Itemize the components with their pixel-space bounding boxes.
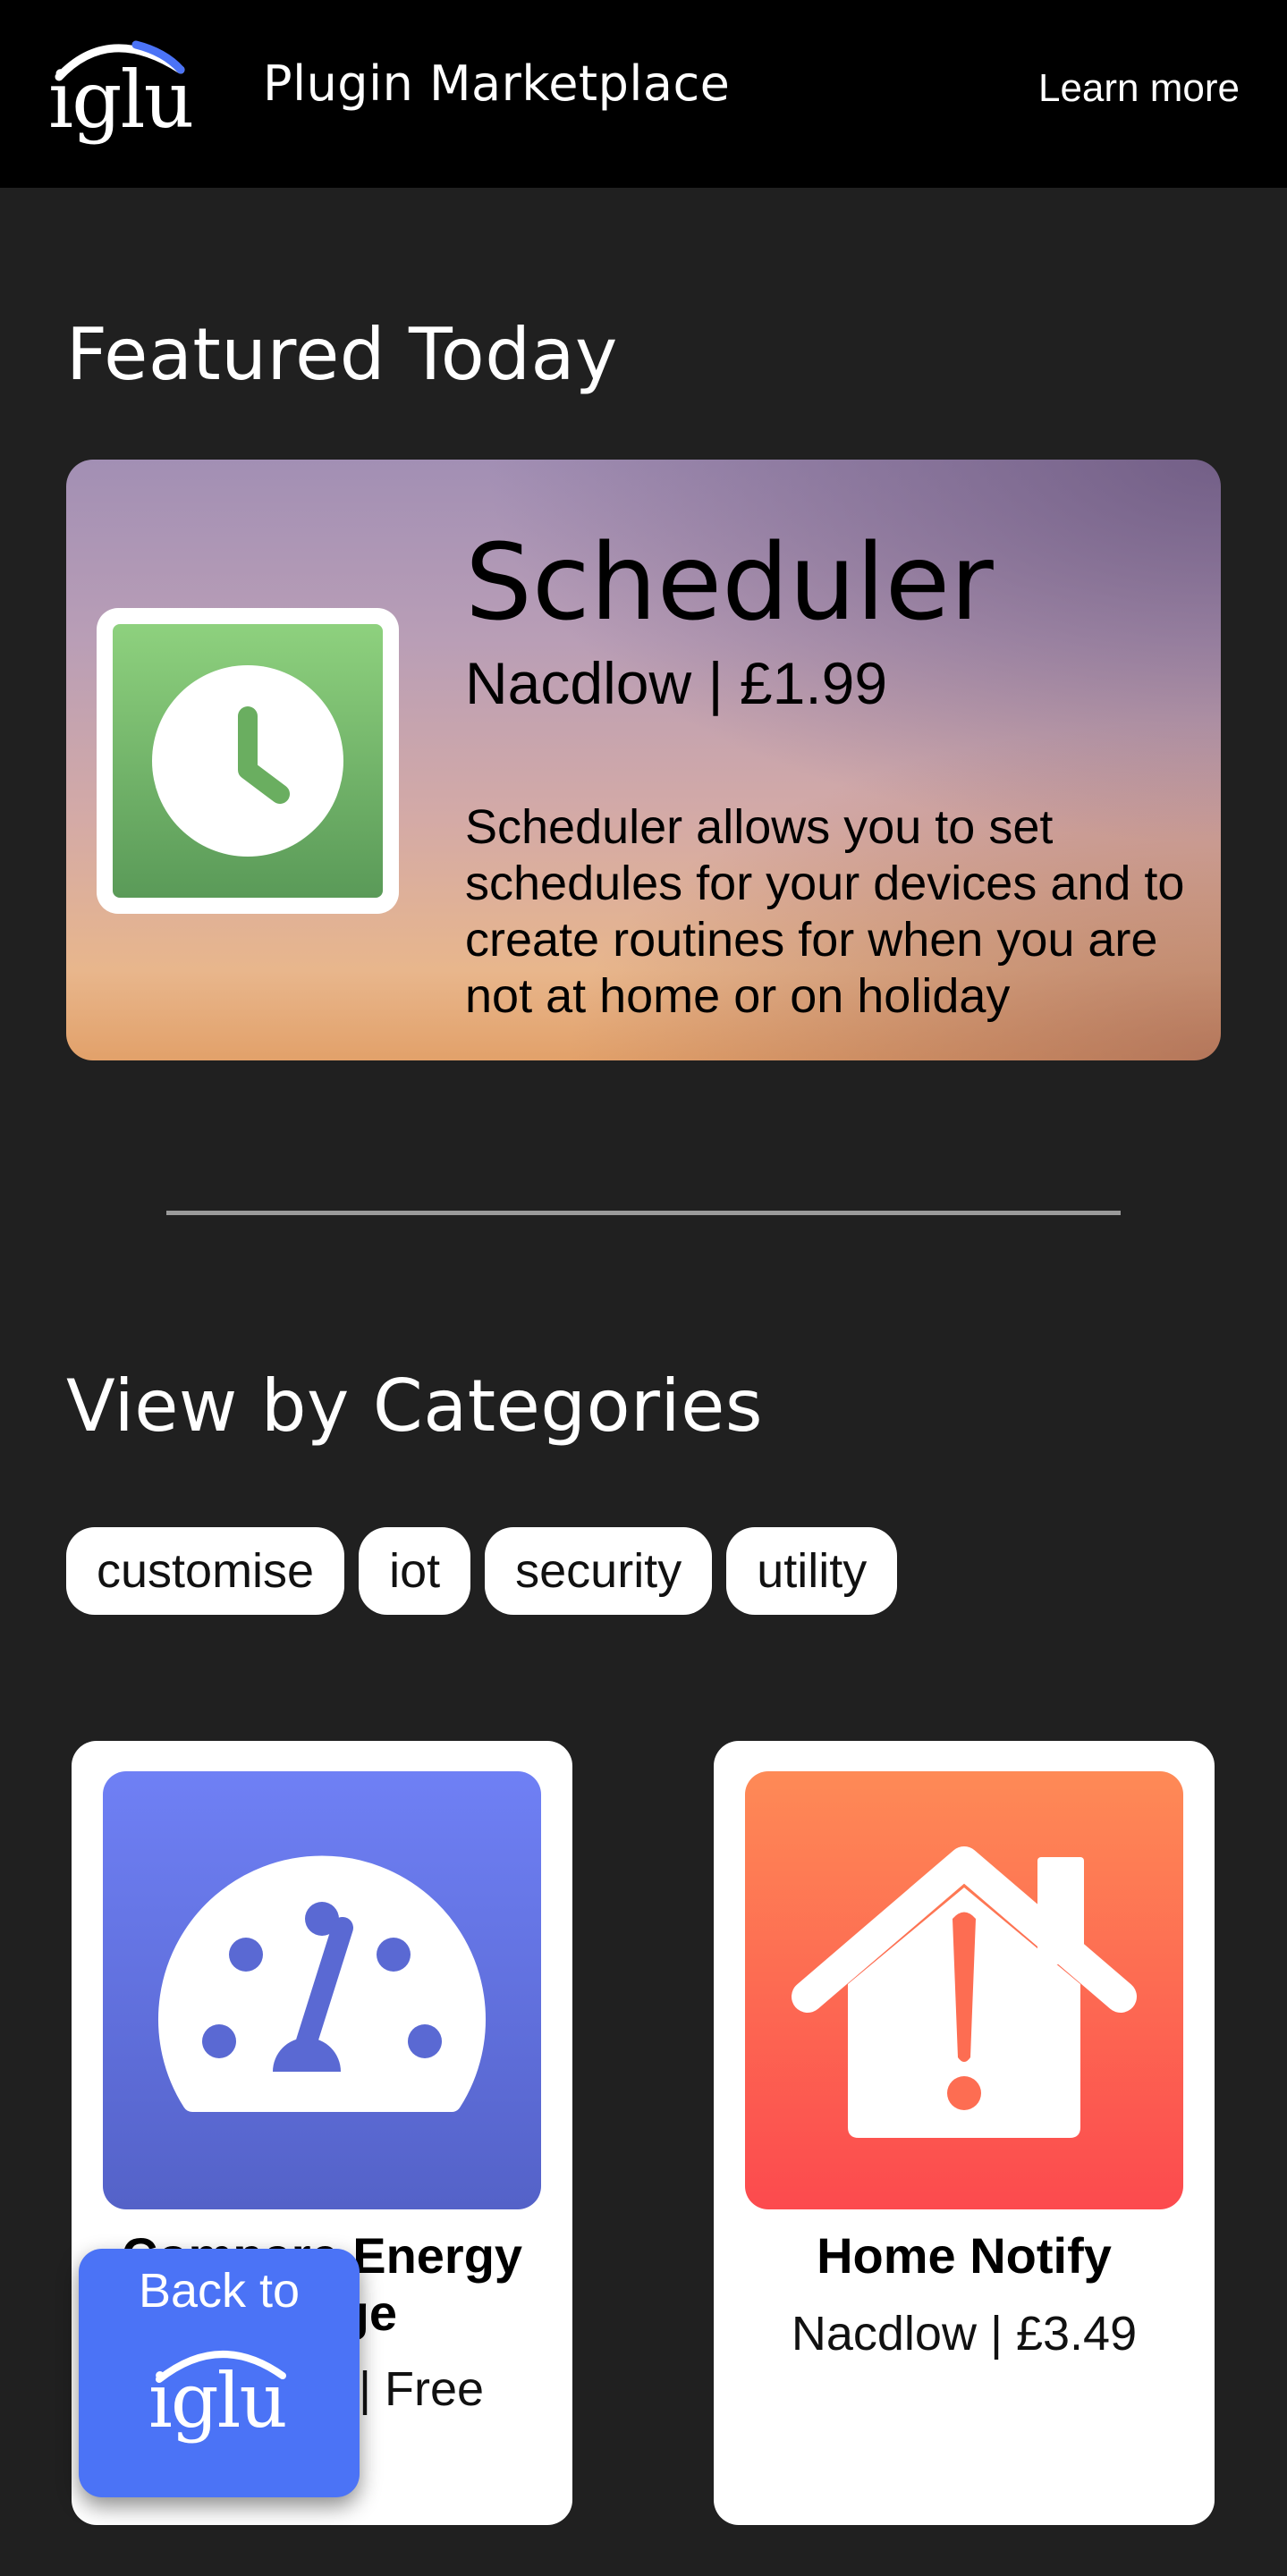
plugin-meta: Nacdlow | £3.49 [791,2307,1138,2361]
iglu-logo-small: iglu [141,2336,302,2470]
iglu-logo[interactable]: iglu [47,30,206,156]
featured-section-title: Featured Today [66,313,618,396]
category-chip-iot[interactable]: iot [359,1527,471,1615]
speedometer-icon [103,1771,541,2209]
featured-plugin-description: Scheduler allows you to set schedules fo… [465,800,1185,1023]
featured-icon-frame [97,608,399,914]
learn-more-link[interactable]: Learn more [1038,66,1240,111]
plugin-name: Home Notify [817,2227,1112,2284]
category-chip-customise[interactable]: customise [66,1527,345,1615]
plugin-card-home-notify[interactable]: Home Notify Nacdlow | £3.49 [714,1741,1215,2525]
featured-plugin-name: Scheduler [465,520,994,644]
page-title: Plugin Marketplace [263,55,731,112]
top-bar: iglu Plugin Marketplace Learn more [0,0,1287,188]
back-logo-text: iglu [148,2357,288,2445]
category-chip-security[interactable]: security [485,1527,713,1615]
categories-section-title: View by Categories [66,1364,764,1448]
section-divider [166,1211,1121,1215]
clock-icon [113,624,383,898]
back-to-iglu-button[interactable]: Back to iglu [79,2249,360,2497]
featured-plugin-meta: Nacdlow | £1.99 [465,650,888,716]
featured-plugin-card[interactable]: Scheduler Nacdlow | £1.99 Scheduler allo… [66,460,1221,1060]
logo-text: iglu [48,54,194,146]
category-chip-utility[interactable]: utility [726,1527,898,1615]
back-button-label: Back to [138,2264,301,2318]
category-chips: customise iot security utility [66,1527,898,1615]
home-alert-icon [745,1771,1183,2209]
